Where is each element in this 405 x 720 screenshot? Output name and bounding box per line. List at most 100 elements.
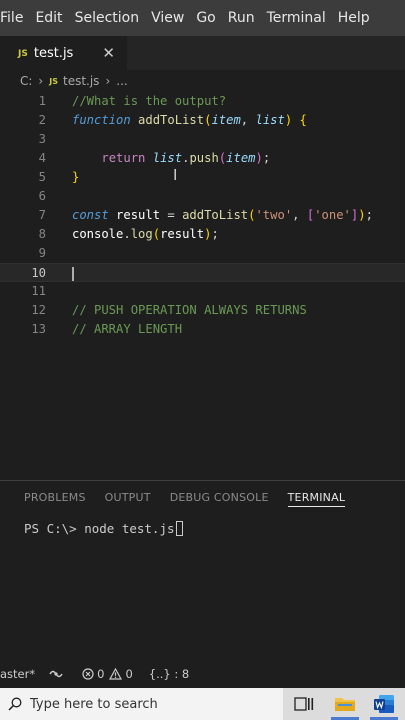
code-token: //What is the output? — [72, 94, 227, 108]
breadcrumb: C: › JS test.js › ... — [0, 70, 405, 92]
code-line[interactable]: 8 console.log(result); — [0, 225, 405, 244]
code-token: } — [72, 170, 80, 184]
file-explorer-icon[interactable] — [333, 692, 357, 716]
code-line[interactable]: 2 function addToList(item, list) { — [0, 111, 405, 130]
code-text: console.log(result); — [72, 225, 219, 244]
line-number: 3 — [38, 132, 46, 146]
code-text: return list.push(item); — [72, 149, 270, 168]
line-number: 2 — [38, 113, 46, 127]
code-token: result — [160, 227, 205, 241]
code-token: result — [116, 208, 161, 222]
code-token: return — [101, 151, 146, 165]
code-line[interactable]: 10 — [0, 263, 405, 282]
code-token: , — [240, 113, 256, 127]
line-number: 9 — [38, 246, 46, 260]
editor-tab-bar: JS test.js ✕ — [0, 36, 405, 70]
code-line[interactable]: 11 — [0, 282, 405, 301]
code-text: //What is the output? — [72, 92, 226, 111]
warning-count: 0 — [125, 667, 133, 681]
terminal-output[interactable]: PS C:\> node test.js — [24, 521, 183, 536]
tab-terminal[interactable]: TERMINAL — [287, 491, 346, 507]
code-text: } — [72, 168, 79, 187]
menu-terminal[interactable]: Terminal — [261, 10, 332, 26]
menu-bar: File Edit Selection View Go Run Terminal… — [0, 0, 405, 36]
code-text: // ARRAY LENGTH — [72, 320, 182, 339]
line-number: 7 — [38, 208, 46, 222]
code-token: , — [292, 208, 307, 222]
code-token: ) — [358, 208, 366, 222]
code-token: item — [226, 151, 256, 165]
status-bar: aster* 0 0 {..} : 8 — [0, 660, 405, 688]
chevron-right-icon: › — [38, 74, 44, 88]
code-token: const — [72, 208, 109, 222]
warning-icon — [109, 668, 123, 680]
close-icon[interactable]: ✕ — [102, 45, 115, 61]
menu-help[interactable]: Help — [332, 10, 376, 26]
code-text: // PUSH OPERATION ALWAYS RETURNS — [72, 301, 307, 320]
tab-test-js[interactable]: JS test.js ✕ — [0, 36, 127, 70]
terminal-cursor — [175, 521, 183, 536]
status-problems[interactable]: 0 0 — [82, 667, 133, 681]
menu-run[interactable]: Run — [222, 10, 261, 26]
tab-debug-console[interactable]: DEBUG CONSOLE — [170, 491, 269, 504]
code-token: ; — [365, 208, 373, 222]
code-line[interactable]: 7 const result = addToList('two', ['one']… — [0, 206, 405, 225]
code-token: { — [299, 113, 307, 127]
menu-selection[interactable]: Selection — [69, 10, 146, 26]
line-number: 13 — [31, 322, 46, 336]
terminal-prompt: PS C:\> node test.js — [24, 521, 175, 536]
javascript-file-icon: JS — [18, 48, 28, 59]
status-sync[interactable] — [49, 668, 66, 680]
line-number: 1 — [38, 94, 46, 108]
word-icon[interactable] — [372, 692, 396, 716]
code-line[interactable]: 13 // ARRAY LENGTH — [0, 320, 405, 339]
code-token: ) — [255, 151, 263, 165]
code-token: = — [160, 208, 183, 222]
code-token: addToList — [182, 208, 249, 222]
chevron-right-icon: › — [105, 74, 111, 88]
code-line[interactable]: 12 // PUSH OPERATION ALWAYS RETURNS — [0, 301, 405, 320]
code-text: function addToList(item, list) { — [72, 111, 307, 130]
tab-problems[interactable]: PROBLEMS — [24, 491, 86, 504]
code-token: // ARRAY LENGTH — [72, 322, 183, 336]
breadcrumb-trail[interactable]: ... — [116, 74, 127, 88]
text-caret — [72, 267, 74, 281]
code-token: // PUSH OPERATION ALWAYS RETURNS — [72, 303, 307, 317]
code-token: . — [123, 227, 131, 241]
code-token: push — [189, 151, 219, 165]
code-line[interactable]: 9 — [0, 244, 405, 263]
code-line[interactable]: 3 — [0, 130, 405, 149]
code-line[interactable]: 5} — [0, 168, 405, 187]
menu-edit[interactable]: Edit — [29, 10, 68, 26]
error-count: 0 — [97, 667, 105, 681]
windows-taskbar: Type here to search — [0, 688, 405, 720]
task-view-icon[interactable] — [292, 692, 316, 716]
code-token: 'two' — [255, 208, 293, 222]
search-icon — [8, 697, 22, 711]
code-token: ; — [211, 227, 219, 241]
breadcrumb-file[interactable]: test.js — [63, 74, 99, 88]
code-token: item — [211, 113, 241, 127]
status-language-info[interactable]: {..} : 8 — [149, 667, 189, 681]
code-editor[interactable]: I 1//What is the output? 2 function addToL… — [0, 92, 405, 480]
code-line[interactable]: 6 — [0, 187, 405, 206]
taskbar-search[interactable]: Type here to search — [0, 688, 283, 720]
menu-file[interactable]: File — [0, 10, 29, 26]
code-token: 'one' — [314, 208, 351, 222]
tab-output[interactable]: OUTPUT — [105, 491, 151, 504]
code-token: list — [152, 151, 183, 165]
bottom-panel: PROBLEMS OUTPUT DEBUG CONSOLE TERMINAL P… — [0, 480, 405, 660]
menu-go[interactable]: Go — [190, 10, 221, 26]
code-token: function — [72, 113, 131, 127]
code-token: log — [130, 227, 153, 241]
menu-view[interactable]: View — [145, 10, 190, 26]
line-number: 12 — [31, 303, 46, 317]
code-line[interactable]: 4 return list.push(item); — [0, 149, 405, 168]
breadcrumb-root[interactable]: C: — [20, 74, 32, 88]
code-line[interactable]: 1 //What is the output? — [0, 92, 405, 111]
status-branch[interactable]: aster* — [0, 667, 35, 681]
